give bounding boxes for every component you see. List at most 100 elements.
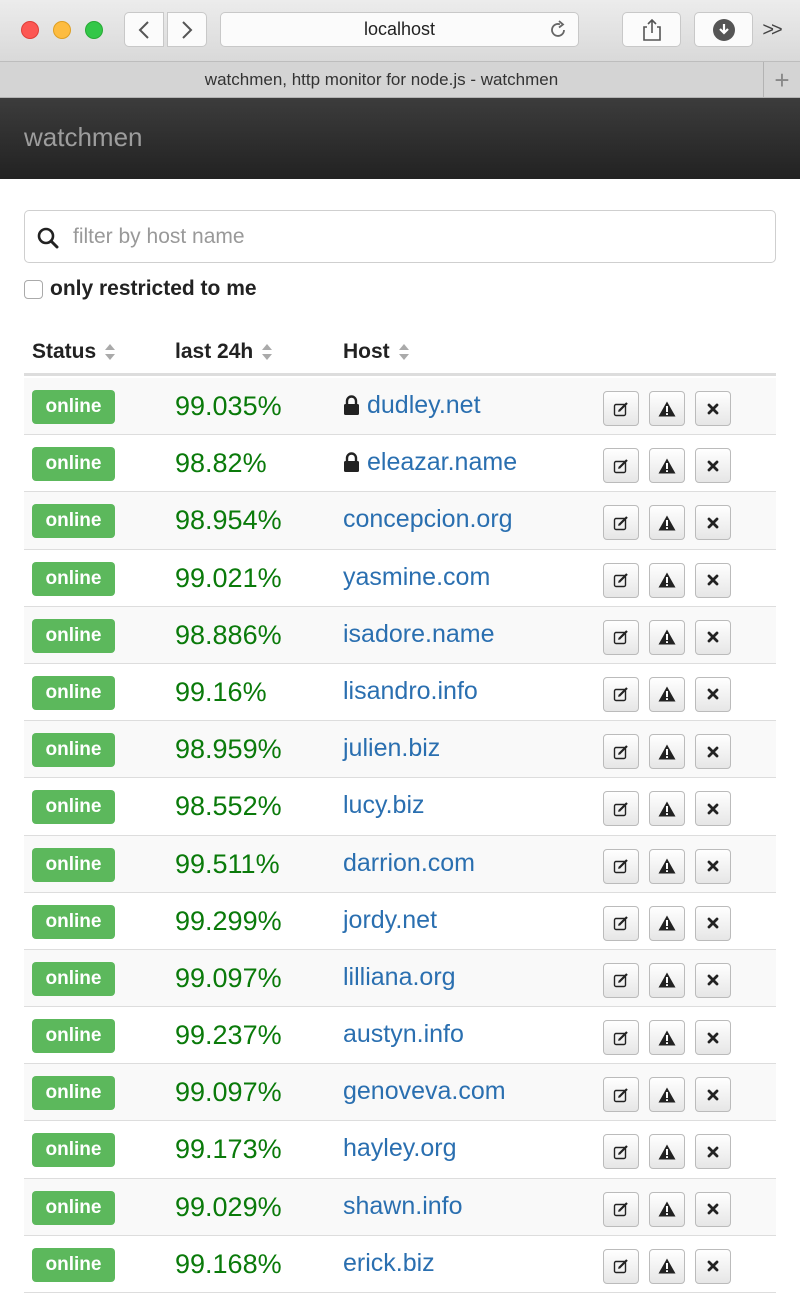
delete-button[interactable] [695, 619, 731, 655]
filter-box [24, 210, 776, 263]
table-row: online 99.168% erick.biz [24, 1236, 776, 1293]
host-link[interactable]: jordy.net [343, 906, 437, 935]
edit-button[interactable] [603, 1248, 639, 1284]
reset-alerts-button[interactable] [649, 448, 685, 484]
delete-button[interactable] [695, 1191, 731, 1227]
host-link[interactable]: lisandro.info [343, 677, 478, 706]
edit-button[interactable] [603, 1020, 639, 1056]
status-badge: online [32, 618, 115, 653]
delete-button[interactable] [695, 1134, 731, 1170]
reset-alerts-button[interactable] [649, 1020, 685, 1056]
reset-alerts-button[interactable] [649, 791, 685, 827]
host-name: jordy.net [343, 905, 438, 934]
edit-button[interactable] [603, 391, 639, 426]
reset-alerts-button[interactable] [649, 848, 685, 884]
column-header-status[interactable]: Status [32, 340, 116, 364]
delete-button[interactable] [695, 1248, 731, 1284]
host-link[interactable]: genoveva.com [343, 1077, 506, 1106]
reset-alerts-button[interactable] [649, 676, 685, 712]
reload-icon[interactable] [548, 20, 568, 40]
delete-button[interactable] [695, 391, 731, 426]
reset-alerts-button[interactable] [649, 505, 685, 541]
warning-icon [658, 1087, 676, 1103]
edit-button[interactable] [603, 848, 639, 884]
table-header: Status last 24h Host [24, 326, 776, 376]
delete-button[interactable] [695, 734, 731, 770]
table-row: online 98.959% julien.biz [24, 721, 776, 779]
delete-button[interactable] [695, 676, 731, 712]
edit-button[interactable] [603, 1077, 639, 1113]
back-button[interactable] [124, 12, 164, 47]
reset-alerts-button[interactable] [649, 562, 685, 598]
edit-button[interactable] [603, 448, 639, 484]
delete-button[interactable] [695, 848, 731, 884]
forward-button[interactable] [167, 12, 207, 47]
brand-link[interactable]: watchmen [24, 122, 143, 153]
host-link[interactable]: julien.biz [343, 734, 440, 763]
new-tab-button[interactable]: + [763, 62, 800, 98]
overflow-menu-button[interactable]: >> [758, 16, 784, 44]
delete-button[interactable] [695, 905, 731, 941]
uptime-value: 98.959% [175, 734, 282, 765]
edit-button[interactable] [603, 562, 639, 598]
close-icon [707, 746, 719, 758]
close-window-button[interactable] [21, 21, 39, 39]
delete-button[interactable] [695, 505, 731, 541]
lock-icon [344, 452, 359, 473]
edit-button[interactable] [603, 505, 639, 541]
edit-button[interactable] [603, 905, 639, 941]
uptime-value: 98.552% [175, 791, 282, 822]
column-label: Host [343, 340, 390, 363]
host-link[interactable]: austyn.info [343, 1020, 464, 1049]
reset-alerts-button[interactable] [649, 1191, 685, 1227]
edit-button[interactable] [603, 734, 639, 770]
close-icon [707, 917, 719, 929]
reset-alerts-button[interactable] [649, 391, 685, 426]
edit-button[interactable] [603, 1191, 639, 1227]
host-link[interactable]: dudley.net [343, 391, 481, 420]
edit-button[interactable] [603, 676, 639, 712]
reset-alerts-button[interactable] [649, 962, 685, 998]
status-badge: online [32, 733, 115, 768]
column-header-host[interactable]: Host [343, 340, 410, 364]
edit-button[interactable] [603, 619, 639, 655]
edit-button[interactable] [603, 1134, 639, 1170]
host-link[interactable]: yasmine.com [343, 563, 490, 592]
reset-alerts-button[interactable] [649, 619, 685, 655]
host-link[interactable]: darrion.com [343, 849, 475, 878]
downloads-button[interactable] [694, 12, 753, 47]
delete-button[interactable] [695, 1020, 731, 1056]
reset-alerts-button[interactable] [649, 905, 685, 941]
reset-alerts-button[interactable] [649, 734, 685, 770]
delete-button[interactable] [695, 791, 731, 827]
host-link[interactable]: concepcion.org [343, 505, 513, 534]
delete-button[interactable] [695, 562, 731, 598]
zoom-window-button[interactable] [85, 21, 103, 39]
table-row: online 98.552% lucy.biz [24, 778, 776, 836]
host-link[interactable]: eleazar.name [343, 448, 517, 477]
reset-alerts-button[interactable] [649, 1134, 685, 1170]
address-bar[interactable]: localhost [220, 12, 579, 47]
reset-alerts-button[interactable] [649, 1077, 685, 1113]
edit-button[interactable] [603, 791, 639, 827]
tab-active[interactable]: watchmen, http monitor for node.js - wat… [0, 62, 763, 98]
edit-button[interactable] [603, 962, 639, 998]
uptime-value: 99.299% [175, 905, 282, 936]
delete-button[interactable] [695, 448, 731, 484]
share-button[interactable] [622, 12, 681, 47]
host-link[interactable]: hayley.org [343, 1134, 457, 1163]
host-link[interactable]: lucy.biz [343, 791, 425, 820]
restrict-label[interactable]: only restricted to me [50, 277, 257, 301]
host-link[interactable]: shawn.info [343, 1192, 463, 1221]
column-header-last-24h[interactable]: last 24h [175, 340, 273, 364]
close-icon [707, 403, 719, 414]
host-link[interactable]: erick.biz [343, 1249, 435, 1278]
search-input[interactable] [73, 219, 763, 255]
reset-alerts-button[interactable] [649, 1248, 685, 1284]
minimize-window-button[interactable] [53, 21, 71, 39]
host-link[interactable]: isadore.name [343, 620, 494, 649]
host-link[interactable]: lilliana.org [343, 963, 456, 992]
restrict-checkbox[interactable] [24, 279, 43, 299]
delete-button[interactable] [695, 962, 731, 998]
delete-button[interactable] [695, 1077, 731, 1113]
